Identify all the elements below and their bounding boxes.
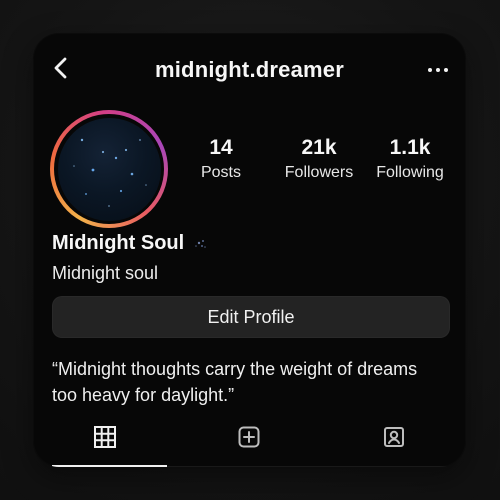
display-name: Midnight Soul <box>52 232 185 254</box>
tab-grid[interactable] <box>33 411 177 467</box>
following-count: 1.1k <box>389 136 431 159</box>
posts-count: 14 <box>209 136 233 159</box>
posts-stat[interactable]: 14 Posts <box>197 137 245 183</box>
profile-bio-quote: “Midnight thoughts carry the weight of d… <box>52 359 418 405</box>
following-label: Following <box>376 164 444 181</box>
display-name-row: Midnight Soul <box>52 232 209 255</box>
sparkle-icon <box>191 235 209 253</box>
profile-avatar-gap <box>54 114 164 224</box>
profile-card: midnight.dreamer 14 Posts 21k Followers … <box>33 33 466 467</box>
profile-subtitle: Midnight soul <box>52 263 159 283</box>
profile-tabs <box>33 411 466 467</box>
followers-label: Followers <box>284 164 354 181</box>
grid-icon <box>93 425 117 454</box>
tabs-divider <box>33 466 466 467</box>
add-square-icon <box>237 425 261 454</box>
profile-avatar <box>57 117 161 221</box>
more-horizontal-icon <box>427 61 449 79</box>
user-tag-icon <box>382 425 406 454</box>
top-bar: midnight.dreamer <box>33 33 466 105</box>
tab-add[interactable] <box>177 411 321 467</box>
tab-tagged[interactable] <box>322 411 466 467</box>
followers-stat[interactable]: 21k Followers <box>280 137 358 183</box>
followers-count: 21k <box>301 136 337 159</box>
profile-username: midnight.dreamer <box>154 57 344 82</box>
following-stat[interactable]: 1.1k Following <box>372 137 448 183</box>
edit-profile-button[interactable]: Edit Profile <box>52 296 450 338</box>
more-options-button[interactable] <box>423 55 453 85</box>
posts-label: Posts <box>200 164 241 181</box>
profile-stats: 14 Posts 21k Followers 1.1k Following <box>197 137 447 185</box>
profile-avatar-ring[interactable] <box>50 110 168 228</box>
avatar-stars <box>72 138 147 207</box>
